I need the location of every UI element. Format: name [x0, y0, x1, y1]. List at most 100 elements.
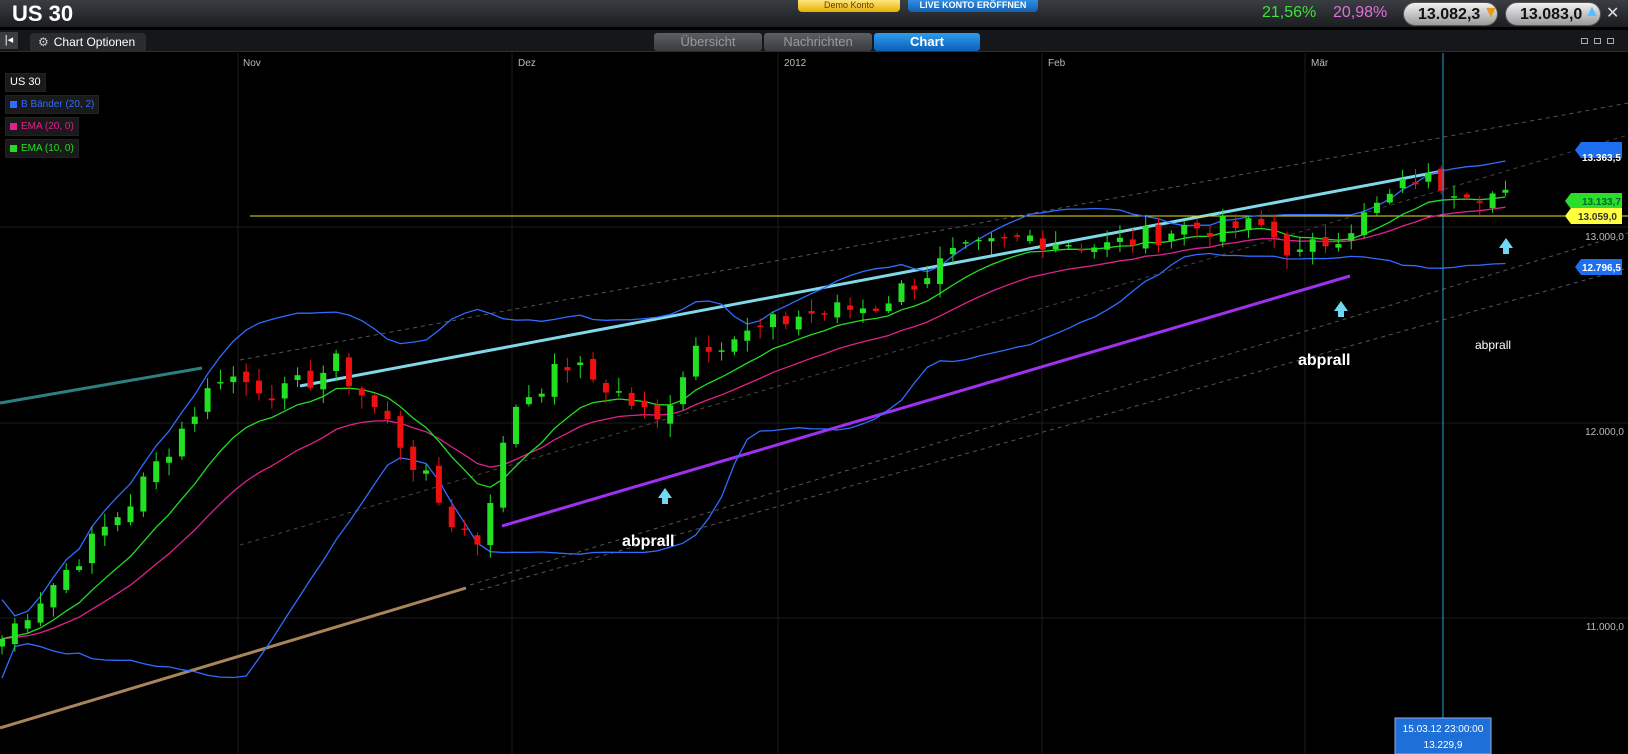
candle-body [1052, 244, 1059, 250]
candle-body [1104, 242, 1111, 250]
candle-body [1245, 218, 1252, 231]
candle-body [924, 278, 931, 285]
open-live-account-button[interactable]: LIVE KONTO ERÖFFNEN [908, 0, 1038, 12]
old-trendline-top [0, 366, 203, 405]
candle-body [1476, 201, 1483, 203]
swatch-icon [10, 122, 17, 130]
candle-body [590, 358, 597, 380]
candle-body [680, 377, 687, 405]
x-label-maer: Mär [1311, 58, 1329, 69]
candle-body [744, 330, 751, 341]
candle-body [1001, 236, 1008, 239]
gear-icon: ⚙ [38, 35, 49, 49]
price-label-text: 13.059,0 [1578, 212, 1617, 223]
candle-body [230, 376, 237, 383]
legend-item-bollinger[interactable]: B Bänder (20, 2) [5, 95, 100, 114]
candle-body [268, 398, 275, 401]
candle-body [782, 316, 789, 325]
candle-body [538, 393, 545, 397]
price-label-text: 13.363,5 [1582, 153, 1621, 164]
candle-body [76, 566, 83, 571]
restore-icon[interactable] [1594, 38, 1601, 44]
candle-body [448, 506, 455, 528]
tab-overview[interactable]: Übersicht [654, 33, 762, 51]
candle-body [384, 410, 391, 419]
candle-body [166, 456, 173, 463]
candle-body [1155, 224, 1162, 246]
legend-item-label: B Bänder (20, 2) [21, 99, 95, 110]
bounce-arrows [658, 238, 1513, 504]
candle-body [243, 371, 250, 383]
price-chart[interactable]: Nov Dez 2012 Feb Mär 13.000,0 12.000,0 1… [0, 53, 1628, 754]
x-label-feb: Feb [1048, 58, 1066, 69]
sub-bar: |◂ ⚙ Chart Optionen Übersicht Nachrichten… [0, 30, 1628, 52]
candle-body [50, 585, 57, 608]
candle-body [1078, 249, 1085, 251]
candle-body [641, 400, 648, 408]
maximize-icon[interactable] [1607, 38, 1614, 44]
candle-body [1206, 233, 1213, 237]
candle-body [821, 313, 828, 315]
candle-body [1296, 249, 1303, 252]
candle-body [1219, 215, 1226, 242]
x-label-2012: 2012 [784, 58, 807, 69]
collapse-panel-button[interactable]: |◂ [0, 32, 18, 49]
candle-body [114, 517, 121, 526]
indicator-legend: US 30 B Bänder (20, 2) EMA (20, 0) EMA (… [5, 73, 100, 161]
bollinger-upper [1, 160, 1506, 617]
tab-chart[interactable]: Chart [874, 33, 980, 51]
candle-body [1129, 239, 1136, 246]
candle-body [487, 503, 494, 546]
candle-body [307, 370, 314, 388]
candle-body [345, 357, 352, 387]
candle-body [911, 285, 918, 290]
x-label-nov: Nov [243, 58, 261, 69]
candle-body [204, 388, 211, 412]
candle-body [718, 350, 725, 352]
candle-body [24, 620, 31, 629]
annotation-abprall-1: abprall [622, 533, 674, 550]
candle-body [949, 247, 956, 255]
candle-body [410, 446, 417, 470]
candle-body [1489, 193, 1496, 209]
candle-body [577, 362, 584, 366]
candle-body [256, 380, 262, 394]
candle-body [101, 526, 108, 536]
legend-item-label: EMA (20, 0) [21, 121, 74, 132]
candle-body [1039, 238, 1046, 250]
candle-body [358, 388, 365, 396]
y-tick-13000: 13.000,0 [1585, 232, 1624, 243]
candle-body [1014, 235, 1021, 237]
minimize-icon[interactable] [1581, 38, 1588, 44]
bounce-arrow-icon [658, 488, 672, 504]
percent-pink: 20,98% [1333, 4, 1388, 21]
candle-body [1194, 222, 1201, 229]
x-label-dez: Dez [518, 58, 536, 69]
tab-news[interactable]: Nachrichten [764, 33, 872, 51]
legend-item-ema20[interactable]: EMA (20, 0) [5, 117, 79, 136]
candle-body [37, 603, 44, 623]
candle-body [975, 239, 982, 242]
candle-body [988, 238, 995, 242]
candle-body [1399, 179, 1406, 189]
chart-options-label: Chart Optionen [53, 35, 136, 49]
candle-body [513, 406, 519, 445]
y-tick-12000: 12.000,0 [1585, 427, 1624, 438]
demo-account-button[interactable]: Demo Konto [798, 0, 900, 12]
candle-body [898, 283, 905, 303]
candle-body [333, 353, 340, 371]
candle-body [88, 533, 95, 564]
bounce-arrow-icon [1499, 238, 1513, 254]
candle-body [1502, 189, 1509, 193]
legend-item-ema10[interactable]: EMA (10, 0) [5, 139, 79, 158]
chart-options-tab[interactable]: ⚙ Chart Optionen [30, 33, 146, 52]
candle-body [1361, 212, 1368, 235]
close-icon[interactable]: ✕ [1606, 3, 1619, 23]
arrow-down-icon: ▼ [1483, 4, 1499, 21]
crosshair-date: 15.03.12 23:00:00 [1403, 724, 1484, 735]
candle-body [294, 375, 301, 380]
legend-title[interactable]: US 30 [5, 73, 46, 92]
candle-body [1348, 233, 1355, 241]
candle-body [1181, 224, 1188, 235]
candle-body [1142, 226, 1149, 249]
